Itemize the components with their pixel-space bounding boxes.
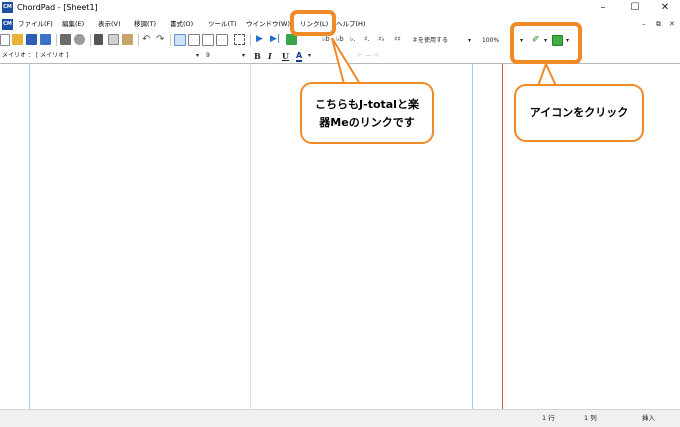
link-menu-callout: こちらもJ-totalと楽器Meのリンクです xyxy=(300,82,434,144)
icon-callout-pointer xyxy=(536,61,558,87)
link-callout-pointer xyxy=(331,37,362,85)
callout-pointers xyxy=(331,37,558,87)
icon-callout: アイコンをクリック xyxy=(514,84,644,142)
